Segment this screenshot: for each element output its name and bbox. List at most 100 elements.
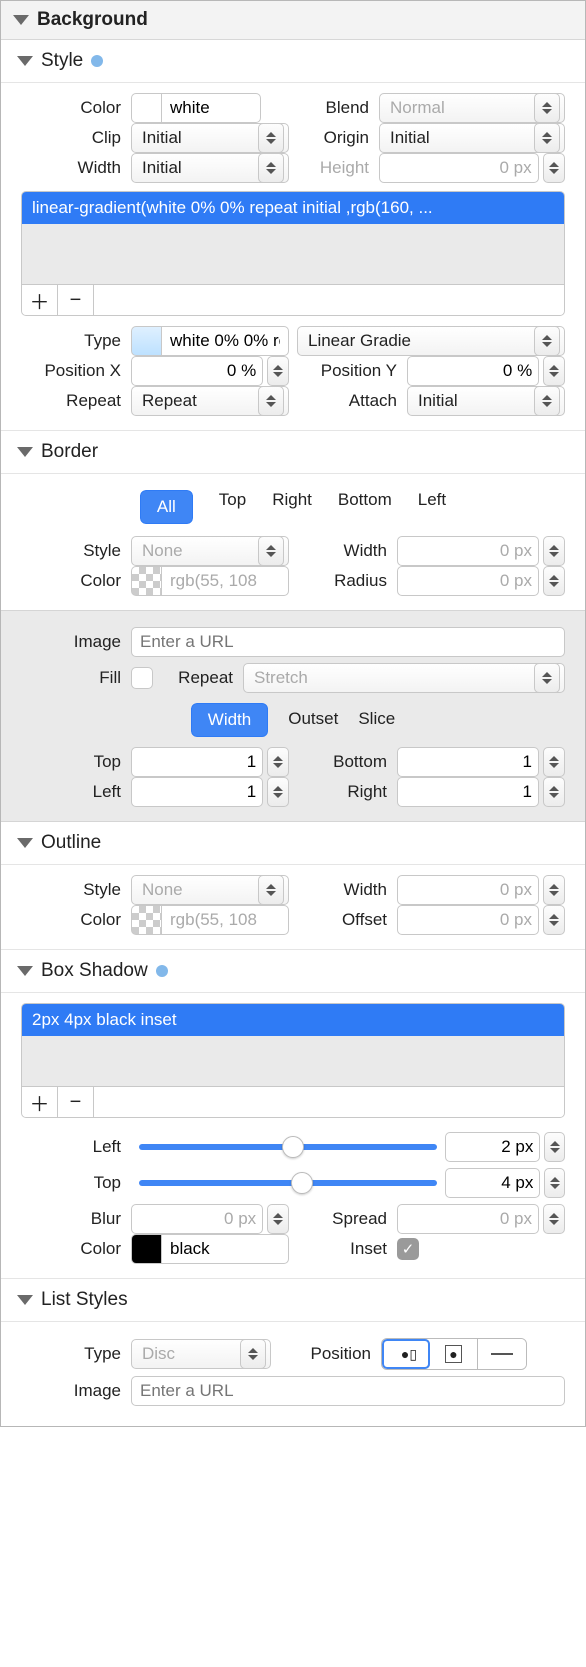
list-type-select[interactable]: Disc — [131, 1339, 271, 1369]
bg-height-input[interactable] — [379, 153, 539, 183]
border-color-input[interactable] — [161, 566, 289, 596]
subsection-style[interactable]: Style — [1, 40, 585, 83]
side-bottom[interactable]: Bottom — [338, 490, 392, 524]
shadow-spread-input[interactable] — [397, 1204, 539, 1234]
bimg-bottom-input[interactable] — [397, 747, 539, 777]
pos-y-label: Position Y — [297, 361, 407, 381]
bimg-top-input[interactable] — [131, 747, 263, 777]
gradient-kind-select[interactable]: Linear Gradie — [297, 326, 565, 356]
remove-button[interactable]: − — [58, 285, 94, 315]
bimg-left-input[interactable] — [131, 777, 263, 807]
outline-offset-input[interactable] — [397, 905, 539, 935]
pos-x-input[interactable] — [131, 356, 263, 386]
subsection-list-styles[interactable]: List Styles — [1, 1278, 585, 1322]
side-all[interactable]: All — [140, 490, 193, 524]
bimg-bottom-label: Bottom — [297, 752, 397, 772]
shadow-top-input[interactable] — [445, 1168, 540, 1198]
clip-value: Initial — [142, 128, 182, 148]
type-swatch[interactable] — [131, 326, 161, 356]
border-image-input[interactable] — [131, 627, 565, 657]
gradient-kind-value: Linear Gradie — [308, 331, 411, 351]
shadow-list[interactable]: 2px 4px black inset ＋ − — [21, 1003, 565, 1118]
attach-value: Initial — [418, 391, 458, 411]
section-background[interactable]: Background — [1, 1, 585, 40]
pos-y-stepper[interactable] — [543, 356, 565, 386]
position-none[interactable] — [478, 1339, 526, 1369]
shadow-color-input[interactable] — [161, 1234, 289, 1264]
border-repeat-select[interactable]: Stretch — [243, 663, 565, 693]
shadow-top-stepper[interactable] — [544, 1168, 565, 1198]
wos-slice[interactable]: Slice — [358, 703, 395, 737]
pos-y-input[interactable] — [407, 356, 539, 386]
shadow-list-item[interactable]: 2px 4px black inset — [22, 1004, 564, 1036]
bimg-right-input[interactable] — [397, 777, 539, 807]
border-fill-checkbox[interactable] — [131, 667, 153, 689]
outline-offset-stepper[interactable] — [543, 905, 565, 935]
side-top[interactable]: Top — [219, 490, 246, 524]
pos-x-stepper[interactable] — [267, 356, 289, 386]
bimg-right-stepper[interactable] — [543, 777, 565, 807]
subsection-border[interactable]: Border — [1, 430, 585, 474]
border-width-stepper[interactable] — [543, 536, 565, 566]
bimg-top-stepper[interactable] — [267, 747, 289, 777]
border-repeat-value: Stretch — [254, 668, 308, 688]
height-label: Height — [297, 158, 379, 178]
add-button[interactable]: ＋ — [22, 1087, 58, 1117]
shadow-left-input[interactable] — [445, 1132, 540, 1162]
blend-value: Normal — [390, 98, 445, 118]
repeat-select[interactable]: Repeat — [131, 386, 289, 416]
repeat-value: Repeat — [142, 391, 197, 411]
side-left[interactable]: Left — [418, 490, 446, 524]
border-width-input[interactable] — [397, 536, 539, 566]
list-image-input[interactable] — [131, 1376, 565, 1406]
clip-select[interactable]: Initial — [131, 123, 289, 153]
shadow-inset-checkbox[interactable]: ✓ — [397, 1238, 419, 1260]
shadow-left-stepper[interactable] — [544, 1132, 565, 1162]
gradient-list-item[interactable]: linear-gradient(white 0% 0% repeat initi… — [22, 192, 564, 224]
border-radius-input[interactable] — [397, 566, 539, 596]
bimg-bottom-stepper[interactable] — [543, 747, 565, 777]
remove-button[interactable]: − — [58, 1087, 94, 1117]
border-radius-stepper[interactable] — [543, 566, 565, 596]
color-input[interactable] — [161, 93, 261, 123]
wos-outset[interactable]: Outset — [288, 703, 338, 737]
shadow-blur-input[interactable] — [131, 1204, 263, 1234]
bimg-left-stepper[interactable] — [267, 777, 289, 807]
list-position-segmented[interactable]: ●▯ ● — [381, 1338, 527, 1370]
outline-width-stepper[interactable] — [543, 875, 565, 905]
shadow-blur-stepper[interactable] — [267, 1204, 289, 1234]
subsection-box-shadow[interactable]: Box Shadow — [1, 949, 585, 993]
list-type-label: Type — [21, 1344, 131, 1364]
subsection-title: Border — [41, 441, 98, 463]
shadow-left-slider[interactable] — [139, 1144, 437, 1150]
origin-select[interactable]: Initial — [379, 123, 565, 153]
outline-color-label: Color — [21, 910, 131, 930]
disclosure-triangle-icon — [17, 966, 33, 976]
outline-width-input[interactable] — [397, 875, 539, 905]
bg-width-select[interactable]: Initial — [131, 153, 289, 183]
outline-color-swatch[interactable] — [131, 905, 161, 935]
blend-select[interactable]: Normal — [379, 93, 565, 123]
position-inside[interactable]: ● — [430, 1339, 478, 1369]
border-color-swatch[interactable] — [131, 566, 161, 596]
outline-style-select[interactable]: None — [131, 875, 289, 905]
position-outside[interactable]: ●▯ — [382, 1339, 430, 1369]
border-style-value: None — [142, 541, 183, 561]
subsection-outline[interactable]: Outline — [1, 822, 585, 865]
border-style-select[interactable]: None — [131, 536, 289, 566]
shadow-top-slider[interactable] — [139, 1180, 437, 1186]
disclosure-triangle-icon — [13, 15, 29, 25]
color-swatch[interactable] — [131, 93, 161, 123]
attach-select[interactable]: Initial — [407, 386, 565, 416]
type-input[interactable] — [161, 326, 289, 356]
wos-width[interactable]: Width — [191, 703, 268, 737]
side-right[interactable]: Right — [272, 490, 312, 524]
outline-color-input[interactable] — [161, 905, 289, 935]
bg-height-stepper[interactable] — [543, 153, 565, 183]
gradient-list[interactable]: linear-gradient(white 0% 0% repeat initi… — [21, 191, 565, 316]
shadow-color-swatch[interactable] — [131, 1234, 161, 1264]
shadow-spread-stepper[interactable] — [543, 1204, 565, 1234]
border-width-label: Width — [297, 541, 397, 561]
modified-indicator-icon — [156, 965, 168, 977]
add-button[interactable]: ＋ — [22, 285, 58, 315]
